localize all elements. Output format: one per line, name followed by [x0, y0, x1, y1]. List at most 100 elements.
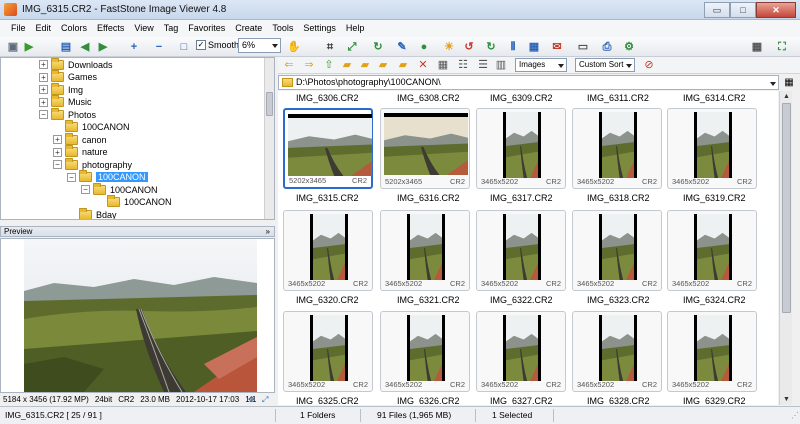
- copy-to-icon[interactable]: ▰: [376, 58, 390, 72]
- thumbnail-filename[interactable]: IMG_6318.CR2: [587, 193, 650, 203]
- up-folder-icon[interactable]: ⇧: [322, 58, 336, 72]
- menu-colors[interactable]: Colors: [56, 21, 92, 36]
- thumbnail-card[interactable]: 3465x5202 CR2: [476, 210, 566, 291]
- prev-image-icon[interactable]: ◀: [77, 39, 93, 55]
- smooth-checkbox[interactable]: ✓: [196, 40, 206, 50]
- menu-view[interactable]: View: [129, 21, 158, 36]
- thumbnail-filename[interactable]: IMG_6314.CR2: [683, 93, 746, 103]
- menu-file[interactable]: File: [6, 21, 31, 36]
- path-bar[interactable]: D:\Photos\photography\100CANON\: [278, 75, 779, 90]
- expander-icon[interactable]: +: [39, 85, 48, 94]
- thumbnail-card[interactable]: 3465x5202 CR2: [476, 108, 566, 189]
- thumbnail-filename[interactable]: IMG_6306.CR2: [296, 93, 359, 103]
- thumbnail-card[interactable]: 3465x5202 CR2: [667, 108, 757, 189]
- expander-icon[interactable]: +: [39, 60, 48, 69]
- thumbnail-card[interactable]: 3465x5202 CR2: [380, 210, 470, 291]
- expander-icon[interactable]: +: [39, 97, 48, 107]
- menu-tools[interactable]: Tools: [267, 21, 298, 36]
- expander-icon[interactable]: −: [53, 160, 62, 169]
- menu-create[interactable]: Create: [230, 21, 267, 36]
- thumbnail-filename[interactable]: IMG_6319.CR2: [683, 193, 746, 203]
- tree-scrollbar[interactable]: [264, 58, 274, 219]
- new-folder-icon[interactable]: ▰: [358, 58, 372, 72]
- folder-icon[interactable]: ▰: [340, 58, 354, 72]
- thumbnail-filename[interactable]: IMG_6311.CR2: [587, 93, 649, 103]
- thumbnail-card[interactable]: 3465x5202 CR2: [572, 210, 662, 291]
- expander-icon[interactable]: +: [39, 72, 48, 82]
- next-image-icon[interactable]: ▶: [95, 39, 111, 55]
- menu-settings[interactable]: Settings: [298, 21, 341, 36]
- thumbnail-card[interactable]: 3465x5202 CR2: [572, 311, 662, 392]
- tree-item[interactable]: 100CANON: [95, 195, 172, 209]
- resize-grip-icon[interactable]: ⋰: [791, 411, 799, 420]
- zoom-out-icon[interactable]: −: [151, 39, 167, 55]
- thumbnail-filename[interactable]: IMG_6317.CR2: [490, 193, 553, 203]
- thumbnail-filename[interactable]: IMG_6326.CR2: [397, 396, 460, 405]
- tree-item[interactable]: + nature: [53, 145, 108, 159]
- thumbnail-card[interactable]: 5202x3465 CR2: [283, 108, 373, 189]
- back-icon[interactable]: ⇐: [282, 58, 296, 72]
- actual-size-icon[interactable]: □: [176, 39, 192, 55]
- tree-item[interactable]: + Downloads: [39, 58, 113, 71]
- menu-favorites[interactable]: Favorites: [183, 21, 230, 36]
- thumbnail-card[interactable]: 3465x5202 CR2: [667, 311, 757, 392]
- thumbnail-filename[interactable]: IMG_6315.CR2: [296, 193, 359, 203]
- menu-edit[interactable]: Edit: [31, 21, 57, 36]
- list-view-icon[interactable]: ☰: [476, 58, 490, 72]
- thumbnail-card[interactable]: 3465x5202 CR2: [380, 311, 470, 392]
- open-folder-icon[interactable]: ▶: [21, 39, 37, 55]
- print-icon[interactable]: ⎙: [599, 39, 615, 55]
- thumbnail-card[interactable]: 3465x5202 CR2: [476, 311, 566, 392]
- thumbnail-filename[interactable]: IMG_6309.CR2: [490, 93, 553, 103]
- menu-help[interactable]: Help: [341, 21, 370, 36]
- scanner-icon[interactable]: ▭: [575, 39, 591, 55]
- thumbnail-filename[interactable]: IMG_6323.CR2: [587, 295, 650, 305]
- delete-icon[interactable]: ✕: [416, 58, 430, 72]
- thumbnail-card[interactable]: 3465x5202 CR2: [667, 210, 757, 291]
- rotate-right-icon[interactable]: ↻: [483, 39, 499, 55]
- move-to-icon[interactable]: ▰: [396, 58, 410, 72]
- save-icon[interactable]: ▤: [58, 39, 74, 55]
- thumbnails-view-icon[interactable]: ▦: [436, 58, 450, 72]
- browser-options-icon[interactable]: ▦: [780, 75, 798, 90]
- tree-item[interactable]: 100CANON: [53, 120, 130, 134]
- filmstrip-view-icon[interactable]: ▥: [494, 58, 508, 72]
- expander-icon[interactable]: −: [39, 110, 48, 119]
- details-view-icon[interactable]: ☷: [456, 58, 470, 72]
- thumbnail-filename[interactable]: IMG_6328.CR2: [587, 396, 650, 405]
- user-icon[interactable]: ●: [416, 39, 432, 55]
- slideshow-icon[interactable]: ▦: [526, 39, 542, 55]
- layout-icon[interactable]: ▦: [749, 39, 765, 55]
- zoom-dropdown[interactable]: 6%: [238, 38, 281, 53]
- tree-item[interactable]: + Img: [39, 82, 83, 96]
- thumbnail-filename[interactable]: IMG_6329.CR2: [683, 396, 746, 405]
- camera-icon[interactable]: ▣: [5, 39, 21, 55]
- tree-item[interactable]: Bday: [67, 207, 117, 219]
- filter-dropdown[interactable]: Images: [515, 58, 567, 72]
- minimize-button[interactable]: ▭: [704, 2, 730, 18]
- tree-item[interactable]: + Games: [39, 70, 97, 84]
- edit-icon[interactable]: ✎: [394, 39, 410, 55]
- expander-icon[interactable]: +: [53, 147, 62, 157]
- forward-icon[interactable]: ⇒: [302, 58, 316, 72]
- chevron-down-icon[interactable]: [770, 82, 776, 86]
- clear-filter-icon[interactable]: ⊘: [642, 58, 656, 72]
- thumbnail-filename[interactable]: IMG_6324.CR2: [683, 295, 746, 305]
- tree-item[interactable]: + Music: [39, 95, 92, 109]
- maximize-button[interactable]: □: [730, 2, 756, 18]
- scroll-up-icon[interactable]: ▲: [780, 91, 793, 102]
- expander-icon[interactable]: +: [53, 135, 62, 144]
- resize-icon[interactable]: ⤢: [344, 39, 360, 55]
- rotate-left-icon[interactable]: ↺: [461, 39, 477, 55]
- thumbnail-card[interactable]: 3465x5202 CR2: [283, 210, 373, 291]
- close-button[interactable]: ✕: [756, 2, 796, 18]
- grid-scrollbar-thumb[interactable]: [782, 103, 791, 313]
- zoom-in-icon[interactable]: +: [126, 39, 142, 55]
- thumbnail-filename[interactable]: IMG_6327.CR2: [490, 396, 553, 405]
- expander-icon[interactable]: −: [81, 185, 90, 194]
- thumbnail-card[interactable]: 3465x5202 CR2: [283, 311, 373, 392]
- fullscreen-icon[interactable]: ⛶: [774, 39, 790, 55]
- collapse-preview-icon[interactable]: »: [266, 227, 270, 236]
- tree-item[interactable]: − photography: [53, 157, 132, 171]
- thumbnail-filename[interactable]: IMG_6320.CR2: [296, 295, 359, 305]
